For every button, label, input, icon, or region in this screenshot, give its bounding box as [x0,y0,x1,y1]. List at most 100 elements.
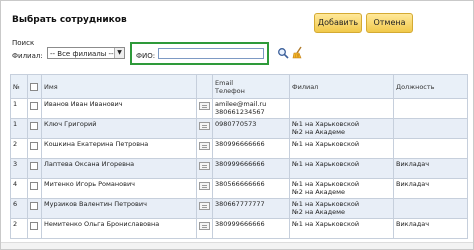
branch-filter-select[interactable]: -- Все филиалы -- ▼ [47,47,125,59]
row-num: 2 [10,218,28,239]
row-num: 2 [10,138,28,159]
magnifier-icon[interactable] [277,47,289,59]
row-num: 4 [10,178,28,199]
row-position [393,98,468,119]
note-icon[interactable] [199,102,210,110]
row-checkbox[interactable] [30,122,38,130]
row-branch: №1 на Харьковской [289,158,394,179]
row-contact: 380999666666 [212,218,290,239]
row-note[interactable] [196,198,213,219]
note-icon[interactable] [199,122,210,130]
select-employees-dialog: Выбрать сотрудников Добавить Отмена Поис… [0,0,474,250]
row-branch: №1 на Харьковской №2 на Академе [289,118,394,139]
row-branch: №1 на Харьковской [289,138,394,159]
col-branch[interactable]: Филиал [289,74,394,99]
row-checkbox[interactable] [30,142,38,150]
dropdown-arrow-icon[interactable]: ▼ [114,48,124,58]
select-all-checkbox[interactable] [30,82,38,91]
col-position[interactable]: Должность [393,74,468,99]
row-checkbox[interactable] [30,202,38,210]
row-contact: 0980770573 [212,118,290,139]
col-name[interactable]: Имя [41,74,197,99]
row-contact: 380667777777 [212,198,290,219]
note-icon[interactable] [199,202,210,210]
row-note[interactable] [196,98,213,119]
row-contact: 380566666666 [212,178,290,199]
table-row[interactable]: 1 Ключ Григорий 0980770573 №1 на Харьковско… [10,118,468,139]
table-row[interactable]: 2 Немитенко Ольга Брониславовна 3809996666… [10,218,468,239]
row-select[interactable] [27,138,42,159]
row-branch: №1 на Харьковской №2 на Академе [289,198,394,219]
row-position: Викладач [393,158,468,179]
fio-input[interactable] [158,48,264,59]
horizontal-scrollbar[interactable] [1,242,473,249]
row-name: Мурзиков Валентин Петрович [41,198,197,219]
table-row[interactable]: 4 Митенко Игорь Романович 380566666666 №1 н… [10,178,468,199]
row-position [393,118,468,139]
row-email: amilee@mail.ru [215,100,267,108]
row-select[interactable] [27,158,42,179]
row-name: Кошкина Екатерина Петровна [41,138,197,159]
row-num: 6 [10,198,28,219]
col-email-label: Email [215,78,234,87]
add-button[interactable]: Добавить [314,13,362,33]
note-icon[interactable] [199,162,210,170]
table-row[interactable]: 6 Мурзиков Валентин Петрович 380667777777 №… [10,198,468,219]
row-num: 1 [10,118,28,139]
row-position: Викладач [393,218,468,239]
row-num: 3 [10,158,28,179]
row-phone: 380661234567 [215,108,265,116]
row-branch: №1 на Харьковской [289,218,394,239]
note-icon[interactable] [199,222,210,230]
row-name: Митенко Игорь Романович [41,178,197,199]
row-name: Лаптева Оксана Игоревна [41,158,197,179]
broom-icon[interactable] [292,46,304,59]
row-branch [289,98,394,119]
cancel-button[interactable]: Отмена [366,13,413,33]
row-contact: 380999666666 [212,158,290,179]
row-name: Немитенко Ольга Брониславовна [41,218,197,239]
row-name: Иванов Иван Иванович [41,98,197,119]
row-checkbox[interactable] [30,102,38,110]
row-note[interactable] [196,138,213,159]
col-phone-label: Телефон [215,86,245,95]
row-contact: amilee@mail.ru 380661234567 [212,98,290,119]
row-branch: №1 на Харьковской №2 на Академе [289,178,394,199]
note-icon[interactable] [199,182,210,190]
table-row[interactable]: 2 Кошкина Екатерина Петровна 380996666666 №… [10,138,468,159]
row-name: Ключ Григорий [41,118,197,139]
row-phone: 380999666666 [215,220,265,228]
row-note[interactable] [196,158,213,179]
row-phone: 380566666666 [215,180,265,188]
col-num[interactable]: № [10,74,28,99]
row-note[interactable] [196,118,213,139]
col-note [196,74,213,99]
dialog-title: Выбрать сотрудников [12,15,127,25]
row-note[interactable] [196,218,213,239]
row-num: 1 [10,98,28,119]
row-phone: 380667777777 [215,200,265,208]
row-checkbox[interactable] [30,162,38,170]
employees-table: № Имя Email Телефон Филиал Должность 1 Ив… [10,74,468,239]
row-position [393,198,468,219]
row-select[interactable] [27,118,42,139]
row-phone: 380999666666 [215,160,265,168]
col-select-all[interactable] [27,74,42,99]
note-icon[interactable] [199,142,210,150]
row-position: Викладач [393,178,468,199]
row-select[interactable] [27,178,42,199]
row-select[interactable] [27,198,42,219]
col-contact[interactable]: Email Телефон [212,74,290,99]
row-position [393,138,468,159]
row-checkbox[interactable] [30,182,38,190]
table-row[interactable]: 1 Иванов Иван Иванович amilee@mail.ru 38066… [10,98,468,119]
branch-filter-value: -- Все филиалы -- [50,50,114,58]
row-note[interactable] [196,178,213,199]
branch-filter-label: Филиал: [12,52,43,60]
row-checkbox[interactable] [30,222,38,230]
row-select[interactable] [27,98,42,119]
row-contact: 380996666666 [212,138,290,159]
row-select[interactable] [27,218,42,239]
table-row[interactable]: 3 Лаптева Оксана Игоревна 380999666666 №1 н… [10,158,468,179]
fio-label: ФИО: [136,52,156,60]
